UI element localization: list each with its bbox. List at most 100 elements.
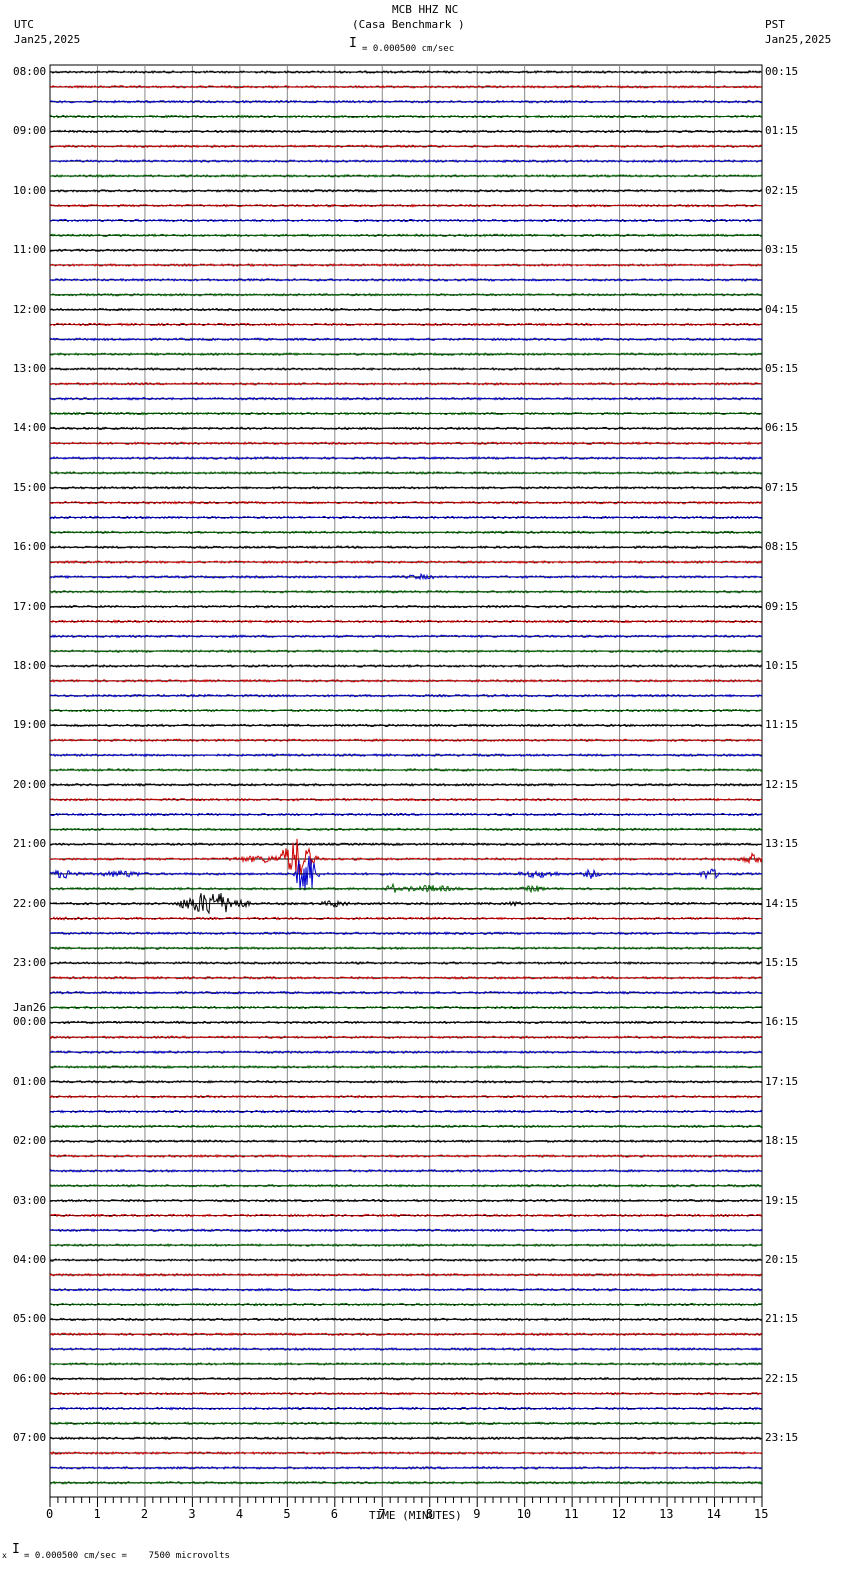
- seismic-trace: [49, 1480, 763, 1485]
- x-tick-label: 10: [516, 1507, 532, 1521]
- pst-hour-label: 02:15: [765, 183, 799, 197]
- utc-hour-label: 02:00: [13, 1134, 47, 1148]
- seismic-trace: [49, 1332, 763, 1337]
- utc-hour-label: 17:00: [13, 599, 47, 613]
- seismic-trace: [49, 604, 763, 609]
- utc-hour-label: 06:00: [13, 1371, 47, 1385]
- x-tick-label: 15: [754, 1507, 769, 1521]
- seismic-trace: [49, 812, 763, 817]
- pst-hour-label: 05:15: [765, 362, 799, 375]
- pst-hour-label: 14:15: [765, 896, 799, 910]
- seismic-trace: [49, 114, 763, 119]
- x-tick-label: 6: [330, 1507, 339, 1521]
- footer-scale-text: = 0.000500 cm/sec = 7500 microvolts: [24, 1551, 230, 1561]
- utc-hour-label: 07:00: [13, 1431, 47, 1445]
- pst-hour-label: 19:15: [765, 1193, 799, 1207]
- seismic-trace: [49, 893, 763, 915]
- date-change-label: Jan26: [13, 1001, 47, 1015]
- pst-hour-label: 06:15: [765, 421, 799, 435]
- pst-hour-label: 18:15: [765, 1134, 799, 1148]
- seismic-trace: [49, 619, 763, 624]
- seismic-trace: [49, 1406, 762, 1411]
- pst-hour-label: 20:15: [765, 1253, 799, 1266]
- x-tick-label: 11: [564, 1507, 579, 1521]
- seismic-trace: [49, 678, 763, 683]
- utc-hour-label: 11:00: [13, 243, 47, 257]
- seismic-trace: [49, 485, 763, 490]
- pst-hour-label: 11:15: [765, 718, 799, 732]
- utc-hour-label: 20:00: [13, 777, 47, 791]
- utc-hour-label: 05:00: [13, 1312, 47, 1326]
- utc-hour-label: 21:00: [13, 837, 47, 851]
- seismic-trace: [49, 693, 763, 698]
- x-tick-label: 5: [283, 1507, 291, 1521]
- seismic-trace: [49, 1168, 763, 1174]
- pst-hour-label: 00:15: [765, 65, 799, 78]
- x-tick-label: 0: [46, 1507, 54, 1521]
- pst-hour-label: 07:15: [765, 480, 799, 494]
- seismic-trace: [49, 856, 763, 891]
- utc-hour-label: 22:00: [13, 896, 47, 910]
- x-tick-label: 3: [188, 1507, 196, 1521]
- seismic-trace: [49, 1064, 763, 1070]
- seismic-trace: [49, 233, 763, 238]
- pst-hour-label: 22:15: [765, 1371, 799, 1385]
- seismic-trace: [49, 589, 763, 594]
- seismic-trace: [49, 1450, 763, 1456]
- pst-hour-label: 17:15: [765, 1074, 799, 1088]
- x-tick-label: 2: [140, 1507, 149, 1521]
- utc-hour-label: 18:00: [13, 659, 47, 672]
- x-axis-label: TIME (MINUTES): [369, 1509, 462, 1522]
- utc-hour-label: 23:00: [13, 956, 47, 969]
- utc-hour-label: 14:00: [13, 421, 47, 435]
- seismogram-page: MCB HHZ NC (Casa Benchmark ) UTC Jan25,2…: [0, 0, 850, 1584]
- utc-hour-label: 03:00: [13, 1193, 47, 1207]
- utc-hour-label: 13:00: [13, 362, 47, 375]
- pst-hour-label: 04:15: [765, 302, 799, 316]
- seismic-trace: [49, 960, 763, 966]
- seismic-trace: [49, 1421, 763, 1426]
- footer-marker: x: [2, 1551, 7, 1560]
- utc-hour-label: 16:00: [13, 540, 47, 554]
- pst-hour-label: 03:15: [765, 243, 799, 257]
- utc-hour-label: 10:00: [13, 183, 47, 197]
- utc-hour-label: 08:00: [13, 65, 47, 78]
- seismic-trace: [49, 396, 763, 401]
- seismic-trace: [49, 738, 763, 743]
- x-tick-label: 13: [659, 1507, 674, 1521]
- pst-hour-label: 15:15: [765, 956, 799, 969]
- x-tick-label: 4: [235, 1507, 244, 1521]
- pst-hour-label: 08:15: [765, 540, 799, 554]
- pst-hour-label: 13:15: [765, 837, 799, 851]
- seismogram-plot: [49, 64, 763, 1507]
- pst-hour-label: 21:15: [765, 1312, 799, 1326]
- seismic-trace: [50, 351, 763, 357]
- seismic-trace: [49, 188, 763, 193]
- pst-hour-label: 23:15: [765, 1431, 799, 1445]
- seismic-trace: [49, 1361, 763, 1367]
- utc-hour-label: 01:00: [13, 1074, 47, 1088]
- seismic-trace: [49, 129, 763, 134]
- x-tick-label: 1: [93, 1507, 101, 1521]
- pst-hour-label: 01:15: [765, 124, 799, 138]
- seismic-trace: [49, 990, 763, 995]
- x-tick-label: 12: [611, 1507, 627, 1521]
- pst-hour-label: 10:15: [765, 659, 799, 672]
- seismic-trace: [49, 411, 763, 416]
- seismic-trace: [49, 545, 763, 550]
- utc-hour-label: 04:00: [13, 1253, 47, 1266]
- seismic-trace: [49, 1198, 763, 1203]
- seismic-trace: [49, 648, 763, 654]
- seismic-trace: [49, 203, 763, 208]
- pst-hour-label: 09:15: [765, 599, 799, 613]
- seismic-trace: [49, 158, 763, 164]
- footer-scale-bar-icon: I: [12, 1542, 20, 1557]
- seismic-trace: [49, 1094, 763, 1099]
- utc-hour-label: 12:00: [13, 302, 47, 316]
- utc-hour-label: 15:00: [13, 480, 47, 494]
- utc-hour-label: 00:00: [13, 1015, 47, 1029]
- utc-hour-label: 19:00: [13, 718, 47, 732]
- seismic-trace: [49, 723, 763, 728]
- pst-hour-label: 12:15: [765, 777, 799, 791]
- seismic-trace: [49, 1020, 762, 1025]
